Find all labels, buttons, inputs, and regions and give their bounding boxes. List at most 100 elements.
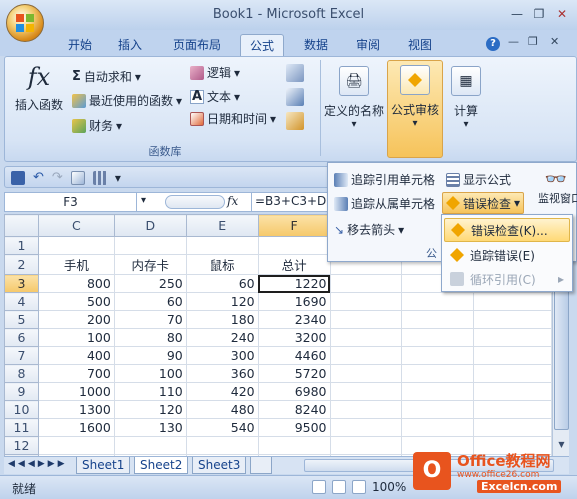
error-check-split-button[interactable]: 错误检查 ▾ [442,192,525,214]
save-icon[interactable] [11,170,25,185]
cell-g[interactable] [329,310,403,329]
cell-d[interactable]: 250 [113,274,187,293]
sheet-tab-sheet2[interactable]: Sheet2 [134,457,189,474]
ribbon-restore-button[interactable]: ❐ [528,35,538,48]
column-header[interactable]: C [37,214,115,237]
cell-e[interactable]: 360 [185,364,259,383]
custom-icon[interactable] [92,170,107,185]
cell-g[interactable] [329,346,403,365]
tab-view[interactable]: 视图 [402,34,438,56]
select-all-corner[interactable] [4,214,39,237]
print-preview-icon[interactable] [70,170,85,185]
cell-g[interactable] [329,436,403,455]
sheet-tab-sheet1[interactable]: Sheet1 [76,457,131,474]
cell-c[interactable] [37,436,115,455]
cell-f[interactable]: 5720 [257,364,331,383]
column-header[interactable]: E [185,214,259,237]
cell-f[interactable]: 8240 [257,400,331,419]
cell-i[interactable] [473,310,552,329]
tab-page-layout[interactable]: 页面布局 [166,34,228,56]
cell-f[interactable]: 1690 [257,292,331,311]
close-button[interactable]: ✕ [552,6,572,22]
cell-e[interactable]: 540 [185,418,259,437]
lookup-icon[interactable] [286,64,304,82]
column-header[interactable]: D [113,214,187,237]
cell-i[interactable] [473,328,552,347]
autosum-button[interactable]: Σ 自动求和 ▾ [72,68,141,85]
row-header[interactable]: 2 [4,254,39,275]
cell-h[interactable] [401,400,475,419]
cell-c[interactable]: 500 [37,292,115,311]
row-header[interactable]: 1 [4,236,39,255]
insert-sheet-icon[interactable] [250,457,272,474]
cell-e[interactable]: 120 [185,292,259,311]
cell-h[interactable] [401,328,475,347]
row-header[interactable]: 5 [4,310,39,329]
cell-g[interactable] [329,364,403,383]
cell-i[interactable] [473,400,552,419]
datetime-button[interactable]: 日期和时间 ▾ [190,110,276,127]
help-icon[interactable]: ? [486,37,500,51]
sheet-nav-arrows[interactable]: ◀◀◀▶▶▶ [8,459,68,469]
fx-icon[interactable]: fx [227,194,238,208]
tab-review[interactable]: 审阅 [350,34,386,56]
cell-d[interactable]: 120 [113,400,187,419]
cell-f[interactable]: 9500 [257,418,331,437]
cell-d[interactable]: 80 [113,328,187,347]
cell-e[interactable] [185,436,259,455]
insert-function-button[interactable]: fx 插入函数 [10,60,68,142]
cell-g[interactable] [329,328,403,347]
zoom-level[interactable]: 100% [372,480,406,494]
cell-g[interactable] [329,274,403,293]
cell-c[interactable]: 1300 [37,400,115,419]
tab-formulas[interactable]: 公式 [240,34,284,56]
ribbon-close-button[interactable]: ✕ [550,35,559,48]
row-header[interactable]: 7 [4,346,39,365]
cell-d[interactable]: 60 [113,292,187,311]
cell-c[interactable]: 1000 [37,382,115,401]
cell-f[interactable]: 1220 [257,274,331,293]
name-box[interactable]: F3 [5,193,137,211]
cell-h[interactable] [401,382,475,401]
cell-c[interactable]: 手机 [37,254,115,275]
defined-names-button[interactable]: 🖨 定义的名称 ▾ [324,62,384,150]
cell-e[interactable]: 480 [185,400,259,419]
cell-d[interactable] [113,236,187,255]
cell-c[interactable] [37,236,115,255]
more-functions-icon[interactable] [286,112,304,130]
cell-e[interactable]: 300 [185,346,259,365]
row-header[interactable]: 9 [4,382,39,401]
cell-d[interactable]: 70 [113,310,187,329]
cell-c[interactable]: 700 [37,364,115,383]
chevron-down-icon[interactable]: ▾ [514,196,520,210]
formula-bar-expander[interactable] [165,195,225,209]
cell-c[interactable]: 800 [37,274,115,293]
cell-f[interactable]: 2340 [257,310,331,329]
row-header[interactable]: 11 [4,418,39,437]
cell-g[interactable] [329,382,403,401]
row-header[interactable]: 4 [4,292,39,311]
redo-icon[interactable]: ↷ [52,170,63,185]
cell-i[interactable] [473,382,552,401]
tab-home[interactable]: 开始 [62,34,98,56]
ribbon-minimize-button[interactable]: — [508,35,519,48]
cell-d[interactable]: 90 [113,346,187,365]
normal-view-icon[interactable] [312,480,326,494]
page-break-view-icon[interactable] [352,480,366,494]
minimize-button[interactable]: — [507,6,527,22]
cell-f[interactable]: 6980 [257,382,331,401]
cell-h[interactable] [401,364,475,383]
cell-f[interactable]: 总计 [257,254,331,275]
cell-c[interactable]: 400 [37,346,115,365]
show-formulas-button[interactable]: 显示公式 [446,171,511,188]
cell-e[interactable]: 180 [185,310,259,329]
menu-item-error-check[interactable]: 错误检查(K)... [444,218,570,242]
finance-button[interactable]: 财务 ▾ [72,117,122,134]
tab-insert[interactable]: 插入 [112,34,148,56]
cell-c[interactable]: 100 [37,328,115,347]
sheet-tab-sheet3[interactable]: Sheet3 [192,457,247,474]
row-header[interactable]: 3 [4,274,39,293]
remove-arrows-button[interactable]: ↘ 移去箭头 ▾ [334,221,404,238]
cell-d[interactable] [113,436,187,455]
cell-d[interactable]: 100 [113,364,187,383]
